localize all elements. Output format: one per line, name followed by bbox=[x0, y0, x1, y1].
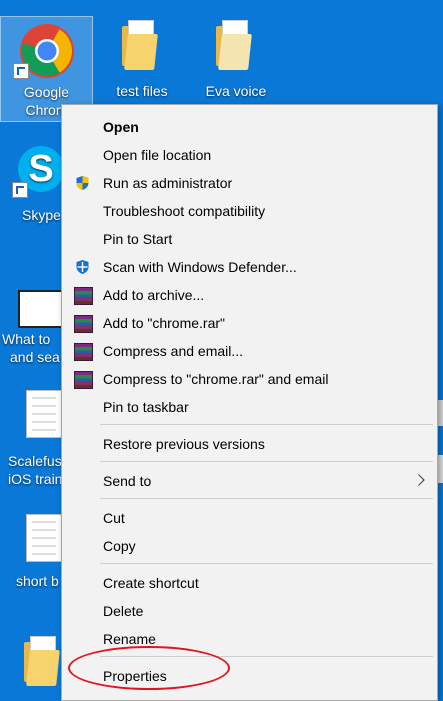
desktop-icon-label: Skype bbox=[22, 207, 61, 223]
desktop-icon-what-to[interactable]: What to and sea bbox=[0, 288, 66, 368]
menu-item-label: Run as administrator bbox=[103, 175, 233, 191]
chevron-right-icon bbox=[413, 474, 425, 486]
menu-item-send-to[interactable]: Send to bbox=[62, 467, 437, 495]
menu-item-open-file-location[interactable]: Open file location bbox=[62, 141, 437, 169]
menu-item-run-as-administrator[interactable]: Run as administrator bbox=[62, 169, 437, 197]
winrar-icon bbox=[74, 315, 93, 333]
folder-icon bbox=[24, 636, 64, 692]
winrar-icon bbox=[74, 343, 93, 361]
menu-item-label: Delete bbox=[103, 603, 144, 619]
menu-item-compress-to-chrome-rar-and-email[interactable]: Compress to "chrome.rar" and email bbox=[62, 365, 437, 393]
windows-defender-icon bbox=[76, 260, 89, 274]
desktop-icon-label: test files bbox=[116, 83, 168, 99]
desktop-icon-eva-voice[interactable]: Eva voice bbox=[194, 16, 278, 102]
menu-item-create-shortcut[interactable]: Create shortcut bbox=[62, 569, 437, 597]
desktop-icon-short-b[interactable]: short b bbox=[0, 512, 62, 596]
menu-item-scan-with-windows-defender[interactable]: Scan with Windows Defender... bbox=[62, 253, 437, 281]
menu-item-label: Open bbox=[103, 119, 139, 135]
menu-item-label: Restore previous versions bbox=[103, 436, 265, 452]
desktop-icon-label: Scalefus bbox=[8, 453, 62, 469]
menu-item-label: Create shortcut bbox=[103, 575, 199, 591]
menu-item-cut[interactable]: Cut bbox=[62, 504, 437, 532]
menu-item-pin-to-taskbar[interactable]: Pin to taskbar bbox=[62, 393, 437, 421]
menu-separator bbox=[100, 424, 433, 425]
winrar-icon bbox=[74, 287, 93, 305]
partial-desktop-icon bbox=[438, 455, 443, 483]
menu-item-troubleshoot-compatibility[interactable]: Troubleshoot compatibility bbox=[62, 197, 437, 225]
winrar-icon bbox=[74, 371, 93, 389]
menu-item-label: Compress and email... bbox=[103, 343, 244, 359]
menu-item-compress-and-email[interactable]: Compress and email... bbox=[62, 337, 437, 365]
document-icon bbox=[26, 390, 62, 438]
menu-item-open[interactable]: Open bbox=[62, 113, 437, 141]
menu-item-delete[interactable]: Delete bbox=[62, 597, 437, 625]
shortcut-arrow-icon bbox=[13, 63, 29, 79]
annotation-highlight-ellipse bbox=[68, 646, 230, 690]
desktop-icon-label: Eva voice bbox=[205, 83, 267, 99]
context-menu: Open Open file location Run as administr… bbox=[61, 104, 438, 701]
desktop-icon-skype[interactable]: S Skype bbox=[0, 140, 64, 230]
partial-desktop-icon bbox=[438, 400, 443, 426]
menu-item-label: Scan with Windows Defender... bbox=[103, 259, 297, 275]
menu-item-copy[interactable]: Copy bbox=[62, 532, 437, 560]
menu-item-label: Troubleshoot compatibility bbox=[103, 203, 266, 219]
desktop-icon-label: iOS train bbox=[8, 471, 63, 487]
screenshot-thumbnail-icon bbox=[18, 290, 66, 328]
menu-item-label: Send to bbox=[103, 473, 152, 489]
menu-item-label: Open file location bbox=[103, 147, 212, 163]
menu-separator bbox=[100, 461, 433, 462]
menu-item-label: Pin to taskbar bbox=[103, 399, 189, 415]
menu-separator bbox=[100, 498, 433, 499]
menu-item-add-to-chrome-rar[interactable]: Add to "chrome.rar" bbox=[62, 309, 437, 337]
uac-shield-icon bbox=[76, 176, 89, 190]
desktop-icon-scalefusion[interactable]: Scalefus iOS train bbox=[0, 388, 62, 488]
menu-item-pin-to-start[interactable]: Pin to Start bbox=[62, 225, 437, 253]
desktop-icon-label: What to bbox=[2, 331, 51, 347]
menu-item-label: Add to "chrome.rar" bbox=[103, 315, 225, 331]
menu-item-label: Pin to Start bbox=[103, 231, 173, 247]
menu-item-restore-previous-versions[interactable]: Restore previous versions bbox=[62, 430, 437, 458]
menu-item-label: Rename bbox=[103, 631, 156, 647]
menu-item-add-to-archive[interactable]: Add to archive... bbox=[62, 281, 437, 309]
folder-icon bbox=[216, 20, 256, 72]
desktop-icon-test-files[interactable]: test files bbox=[102, 16, 182, 102]
folder-icon bbox=[122, 20, 162, 72]
document-icon bbox=[26, 514, 62, 562]
menu-item-label: Add to archive... bbox=[103, 287, 205, 303]
menu-item-label: Compress to "chrome.rar" and email bbox=[103, 371, 329, 387]
menu-item-label: Copy bbox=[103, 538, 136, 554]
menu-item-label: Cut bbox=[103, 510, 125, 526]
desktop-icon-label: Google bbox=[23, 84, 70, 100]
menu-separator bbox=[100, 563, 433, 564]
shortcut-arrow-icon bbox=[12, 182, 28, 198]
